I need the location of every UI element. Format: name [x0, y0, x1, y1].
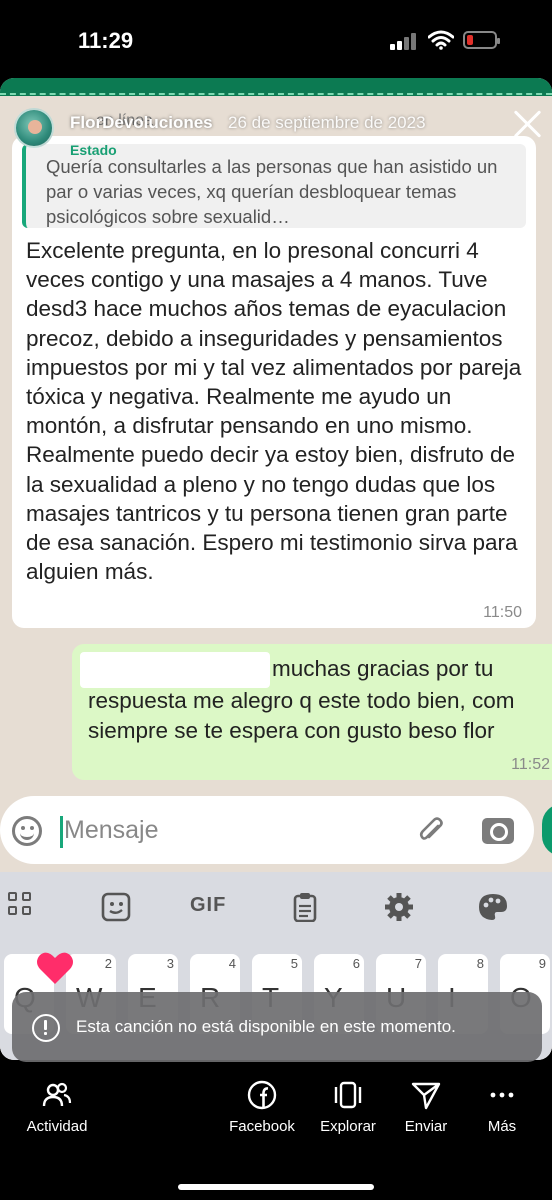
- redaction-box: [80, 652, 270, 688]
- sticker-icon: [101, 892, 131, 922]
- incoming-message-time: 11:50: [483, 604, 522, 621]
- key-number: 9: [538, 956, 546, 971]
- story-header: FlorDevoluciones 26 de septiembre de 202…: [14, 108, 544, 148]
- message-input-bar: Mensaje: [0, 796, 534, 864]
- bottom-navigation: Actividad Facebook Explorar Enviar Más: [0, 1080, 552, 1170]
- outgoing-message-time: 11:52: [511, 756, 550, 773]
- info-icon: [32, 1014, 60, 1042]
- nav-more-label: Más: [487, 1118, 517, 1135]
- nav-send-label: Enviar: [404, 1118, 448, 1135]
- incoming-message-bubble: Estado Quería consultarles a las persona…: [12, 136, 536, 628]
- send-icon: [411, 1082, 441, 1110]
- close-button[interactable]: [512, 108, 544, 140]
- nav-activity[interactable]: Actividad: [22, 1080, 92, 1135]
- settings-gear-icon: [385, 893, 413, 921]
- nav-send[interactable]: Enviar: [398, 1080, 454, 1135]
- story-viewer[interactable]: en línea Estado Quería consultarles a la…: [0, 78, 552, 1060]
- key-number: 3: [166, 956, 174, 971]
- people-icon: [42, 1082, 72, 1107]
- toast-message: Esta canción no está disponible en este …: [76, 1017, 456, 1036]
- text-caret: [60, 816, 63, 848]
- nav-explore-label: Explorar: [320, 1118, 376, 1135]
- more-dots-icon: [490, 1092, 514, 1098]
- key-number: 5: [290, 956, 298, 971]
- outgoing-message-bubble: muchas gracias por tu respuesta me alegr…: [72, 644, 552, 780]
- battery-low-icon: [463, 31, 500, 49]
- paperclip-icon: [419, 817, 443, 840]
- gif-button: GIF: [190, 894, 227, 916]
- home-indicator[interactable]: [178, 1184, 374, 1190]
- key-number: 6: [352, 956, 360, 971]
- key-number: 7: [414, 956, 422, 971]
- message-input-placeholder: Mensaje: [64, 816, 159, 844]
- explore-icon: [334, 1081, 362, 1109]
- palette-icon: [479, 894, 507, 920]
- nav-activity-label: Actividad: [26, 1118, 88, 1135]
- story-username[interactable]: FlorDevoluciones: [70, 113, 213, 133]
- key-number: 4: [228, 956, 236, 971]
- key-number: 2: [104, 956, 112, 971]
- key-number: 8: [476, 956, 484, 971]
- toast-notification: Esta canción no está disponible en este …: [12, 992, 542, 1062]
- nav-explore[interactable]: Explorar: [316, 1080, 380, 1135]
- nav-facebook[interactable]: Facebook: [226, 1080, 298, 1135]
- nav-facebook-label: Facebook: [229, 1118, 295, 1135]
- emoji-icon: [12, 816, 42, 846]
- clipboard-icon: [293, 893, 317, 922]
- quoted-status: Estado Quería consultarles a las persona…: [22, 142, 526, 228]
- cellular-signal-icon: [390, 32, 420, 50]
- status-time: 11:29: [78, 28, 134, 53]
- nav-more[interactable]: Más: [480, 1080, 524, 1135]
- outgoing-message-first-line: muchas gracias por tu: [272, 656, 494, 681]
- story-progress-bar: [0, 78, 552, 96]
- quoted-text: Quería consultarles a las personas que h…: [46, 156, 498, 227]
- incoming-message-text: Excelente pregunta, en lo presonal concu…: [26, 238, 522, 585]
- facebook-icon: [247, 1080, 277, 1110]
- status-bar: 11:29: [0, 0, 552, 80]
- outgoing-message-text: respuesta me alegro q este todo bien, co…: [88, 688, 515, 743]
- wifi-icon: [428, 30, 454, 50]
- heart-icon: [37, 952, 73, 984]
- camera-icon: [482, 818, 514, 844]
- keyboard-toolbar: GIF: [0, 872, 552, 942]
- apps-grid-icon: [8, 892, 42, 922]
- story-date: 26 de septiembre de 2023: [228, 113, 426, 132]
- avatar[interactable]: [14, 108, 54, 148]
